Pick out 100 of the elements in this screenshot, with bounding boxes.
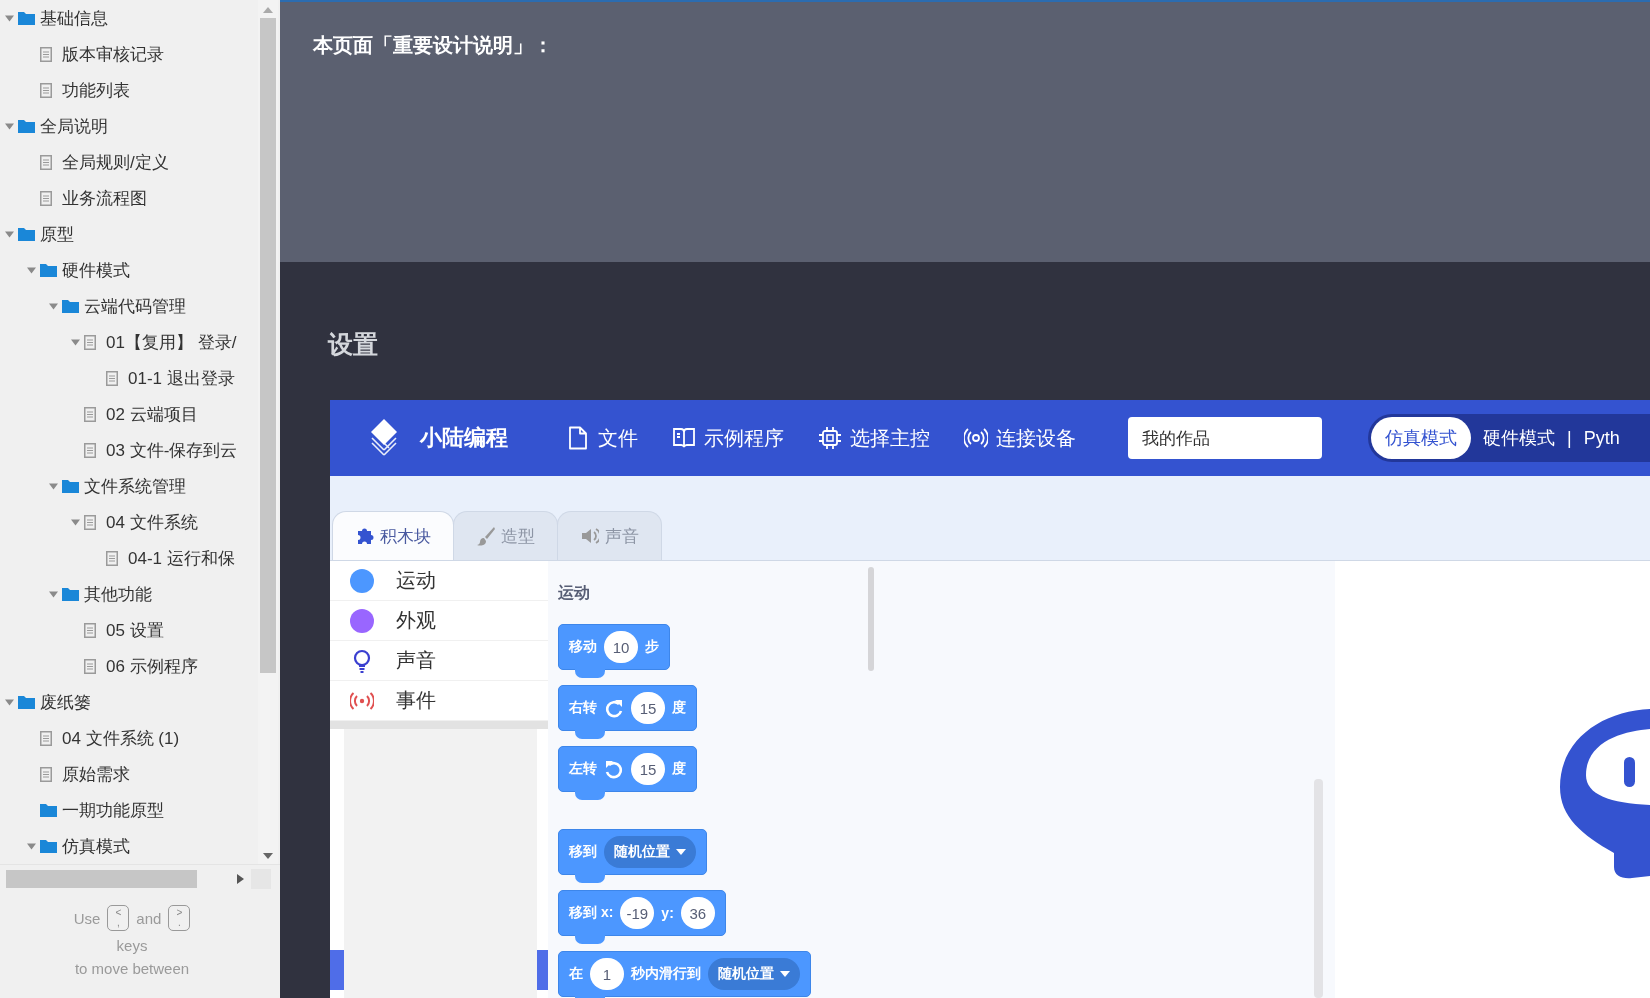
- tree-item[interactable]: 01【复用】 登录/: [106, 330, 237, 354]
- page-icon: [106, 370, 118, 386]
- number-input[interactable]: 36: [680, 897, 715, 929]
- page-icon: [40, 766, 52, 782]
- tree-item[interactable]: 硬件模式: [62, 258, 130, 282]
- category-item[interactable]: 运动: [396, 567, 436, 594]
- tree-item[interactable]: 05 设置: [106, 618, 164, 642]
- page-icon: [84, 406, 96, 422]
- tree-item[interactable]: 04 文件系统: [106, 510, 198, 534]
- tree-item[interactable]: 版本审核记录: [62, 42, 164, 66]
- page-icon: [84, 622, 96, 638]
- speaker-icon: [580, 526, 599, 546]
- tree-item[interactable]: 废纸篓: [40, 690, 91, 714]
- file-icon: [566, 426, 590, 450]
- menu-item[interactable]: 文件: [566, 424, 638, 452]
- menu-item[interactable]: 选择主控: [818, 424, 930, 452]
- number-input[interactable]: 10: [604, 631, 638, 663]
- menu-item[interactable]: 示例程序: [672, 424, 784, 452]
- mode-option[interactable]: Pyth: [1571, 417, 1632, 459]
- number-input[interactable]: 15: [631, 753, 665, 785]
- expand-arrow-icon[interactable]: [48, 301, 58, 311]
- tree-item[interactable]: 基础信息: [40, 6, 108, 30]
- rotate-right-icon: [604, 698, 624, 718]
- page-icon: [84, 442, 96, 458]
- number-input[interactable]: 15: [631, 692, 665, 724]
- caret-icon: [780, 971, 790, 977]
- page-icon: [40, 730, 52, 746]
- expand-arrow-icon[interactable]: [26, 841, 36, 851]
- scrollbar-thumb[interactable]: [868, 567, 874, 671]
- tree-item[interactable]: 全局说明: [40, 114, 108, 138]
- folder-icon: [40, 839, 57, 853]
- tree-item[interactable]: 其他功能: [84, 582, 152, 606]
- dropdown[interactable]: 随机位置: [604, 836, 696, 868]
- folder-icon: [18, 227, 35, 241]
- category-item[interactable]: 声音: [396, 647, 436, 674]
- tree-item[interactable]: 04-1 运行和保: [128, 546, 235, 570]
- tree-item[interactable]: 02 云端项目: [106, 402, 198, 426]
- folder-icon: [62, 479, 79, 493]
- page-icon: [40, 154, 52, 170]
- tree-item[interactable]: 04 文件系统 (1): [62, 726, 180, 750]
- category-item[interactable]: 事件: [396, 687, 436, 714]
- folder-icon: [40, 263, 57, 277]
- tree-item[interactable]: 仿真模式: [62, 834, 130, 858]
- tree-item[interactable]: 一期功能原型: [62, 798, 164, 822]
- expand-arrow-icon[interactable]: [4, 697, 14, 707]
- tree-item[interactable]: 06 示例程序: [106, 654, 198, 678]
- hint-text: and: [136, 909, 162, 927]
- mode-option[interactable]: 硬件模式: [1471, 417, 1567, 459]
- folder-icon: [18, 11, 35, 25]
- search-field[interactable]: 我的作品: [1128, 417, 1322, 459]
- rotate-left-icon: [604, 759, 624, 779]
- folder-icon: [40, 803, 57, 817]
- page-icon: [40, 46, 52, 62]
- expand-arrow-icon[interactable]: [4, 13, 14, 23]
- tree-item[interactable]: 01-1 退出登录: [128, 366, 235, 390]
- tree-item[interactable]: 功能列表: [62, 78, 130, 102]
- section-title: 设置: [328, 330, 378, 358]
- expand-arrow-icon[interactable]: [4, 121, 14, 131]
- app-brand: 小陆编程: [420, 424, 508, 452]
- hint-text: to move between: [74, 960, 190, 977]
- number-input[interactable]: -19: [620, 897, 655, 929]
- caret-icon: [676, 849, 686, 855]
- palette-heading: 运动: [558, 583, 591, 603]
- tree-item[interactable]: 云端代码管理: [84, 294, 186, 318]
- number-input[interactable]: 1: [590, 958, 624, 990]
- page-icon: [84, 514, 96, 530]
- separator: |: [1567, 427, 1572, 449]
- page-icon: [40, 82, 52, 98]
- tree-item[interactable]: 原型: [40, 222, 74, 246]
- expand-arrow-icon[interactable]: [70, 337, 80, 347]
- mode-option[interactable]: 仿真模式: [1371, 417, 1471, 459]
- hint-text: keys: [116, 937, 148, 954]
- tree-item[interactable]: 原始需求: [62, 762, 130, 786]
- chip-icon: [818, 426, 842, 450]
- scrollbar-thumb[interactable]: [6, 870, 197, 888]
- expand-arrow-icon[interactable]: [48, 481, 58, 491]
- folder-icon: [18, 695, 35, 709]
- expand-arrow-icon[interactable]: [48, 589, 58, 599]
- tab[interactable]: 积木块: [332, 511, 454, 560]
- scrollbar-thumb[interactable]: [260, 18, 276, 673]
- tree-item[interactable]: 全局规则/定义: [62, 150, 169, 174]
- puzzle-icon: [355, 526, 374, 546]
- hint-text: Use: [73, 909, 101, 927]
- page-icon: [84, 658, 96, 674]
- category-item[interactable]: 外观: [396, 607, 436, 634]
- menu-item[interactable]: 连接设备: [964, 424, 1076, 452]
- expand-arrow-icon[interactable]: [70, 517, 80, 527]
- expand-arrow-icon[interactable]: [4, 229, 14, 239]
- signal-icon: [964, 426, 988, 450]
- brush-icon: [476, 526, 495, 546]
- scroll-down-arrow-icon: [263, 852, 273, 860]
- folder-icon: [62, 587, 79, 601]
- dropdown[interactable]: 随机位置: [708, 958, 800, 990]
- keycap: < ,: [107, 905, 130, 931]
- keycap: > .: [168, 905, 191, 931]
- tree-item[interactable]: 03 文件-保存到云: [106, 438, 238, 462]
- tree-item[interactable]: 文件系统管理: [84, 474, 186, 498]
- expand-arrow-icon[interactable]: [26, 265, 36, 275]
- book-icon: [672, 426, 696, 450]
- tree-item[interactable]: 业务流程图: [62, 186, 147, 210]
